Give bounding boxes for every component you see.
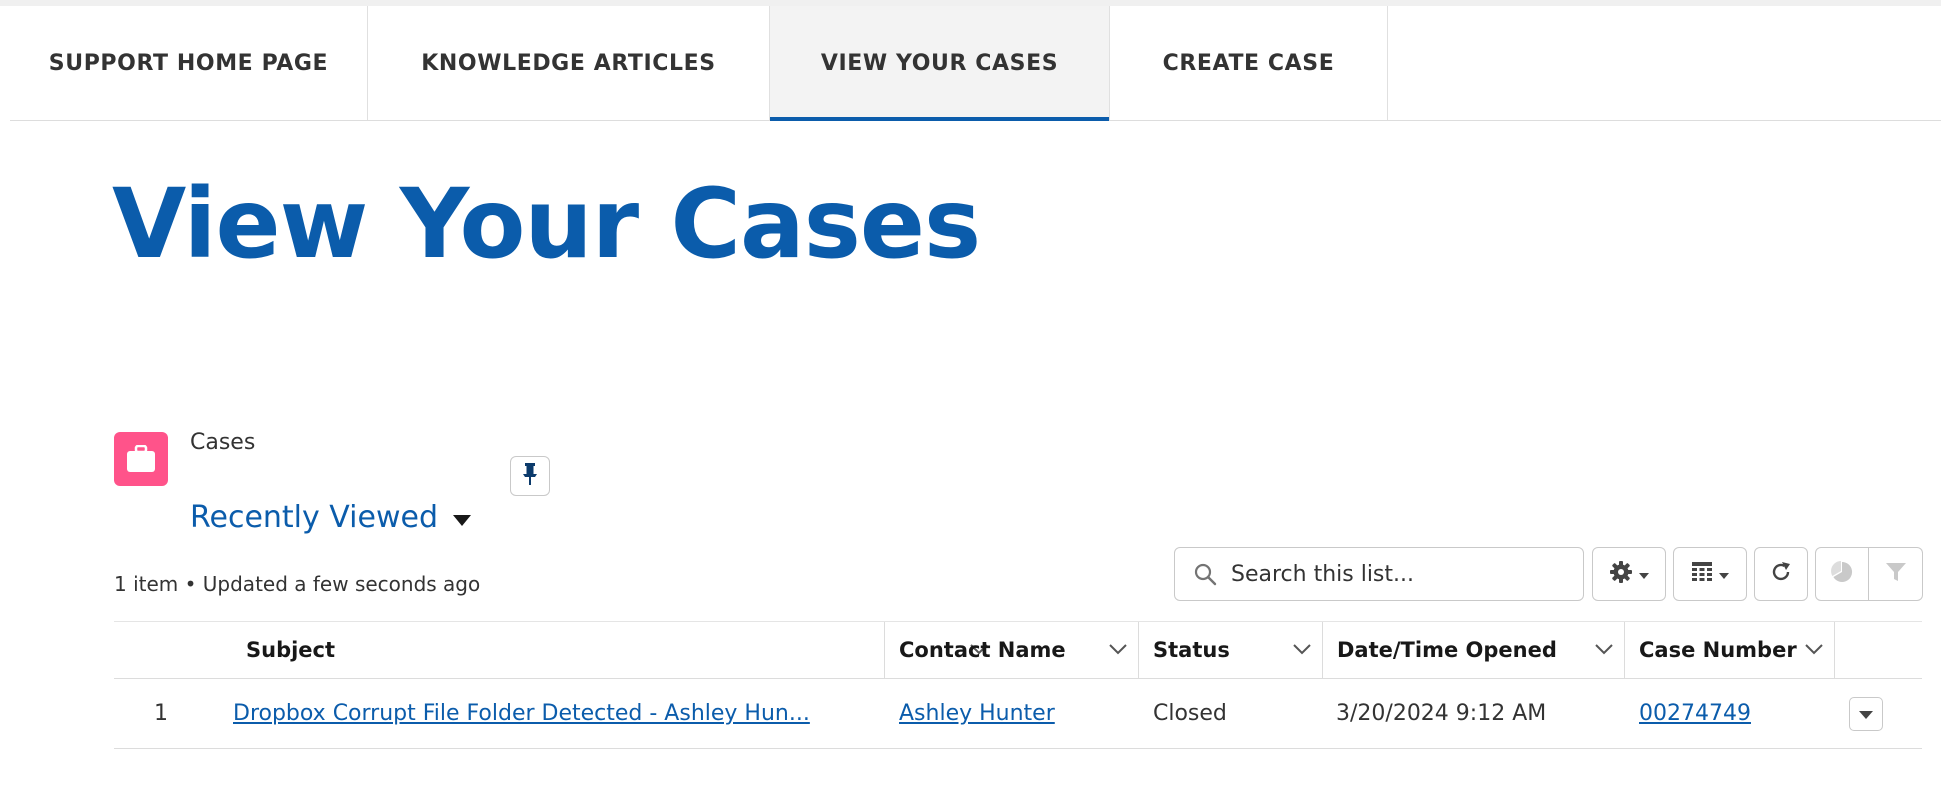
tab-label: SUPPORT HOME PAGE <box>48 50 329 76</box>
column-label: Subject <box>246 638 336 662</box>
display-as-table-button[interactable] <box>1673 547 1747 601</box>
contact-cell: Ashley Hunter <box>899 679 1055 748</box>
column-label: Status <box>1153 638 1230 662</box>
row-actions-button[interactable] <box>1849 697 1883 731</box>
pie-chart-icon <box>1830 560 1854 588</box>
status-cell: Closed <box>1153 701 1227 726</box>
refresh-button[interactable] <box>1754 547 1808 601</box>
tab-view-your-cases[interactable]: VIEW YOUR CASES <box>770 6 1110 121</box>
pin-icon <box>522 462 538 490</box>
tab-create-case[interactable]: CREATE CASE <box>1110 6 1388 120</box>
tab-label: VIEW YOUR CASES <box>820 50 1059 76</box>
list-view-controls-button[interactable] <box>1592 547 1666 601</box>
refresh-icon <box>1769 560 1793 588</box>
contact-name-link[interactable]: Ashley Hunter <box>899 701 1055 726</box>
top-navigation: SUPPORT HOME PAGE KNOWLEDGE ARTICLES VIE… <box>10 6 1941 121</box>
row-number: 1 <box>154 701 168 726</box>
chevron-down-icon <box>1108 639 1128 664</box>
filters-button[interactable] <box>1869 547 1923 601</box>
column-label: Date/Time Opened <box>1337 638 1557 662</box>
column-header-actions <box>1834 622 1922 678</box>
list-view-selector[interactable]: Recently Viewed <box>190 500 472 535</box>
column-header-status[interactable]: Status <box>1138 622 1322 678</box>
column-label: Case Number <box>1639 638 1797 662</box>
tab-knowledge-articles[interactable]: KNOWLEDGE ARTICLES <box>368 6 770 120</box>
pin-list-view-button[interactable] <box>510 456 550 496</box>
tab-label: CREATE CASE <box>1162 50 1335 76</box>
tab-label: KNOWLEDGE ARTICLES <box>421 50 716 76</box>
caret-down-icon <box>1639 565 1649 584</box>
briefcase-icon <box>114 432 168 486</box>
chevron-down-icon <box>1292 639 1312 664</box>
search-icon <box>1193 562 1217 586</box>
caret-down-icon <box>1719 565 1729 584</box>
gear-icon <box>1609 560 1633 588</box>
cases-table: Subject Contact Name Status Date/Time Op… <box>114 621 1922 749</box>
chevron-down-icon <box>1594 639 1614 664</box>
charts-button[interactable] <box>1815 547 1869 601</box>
date-opened-cell: 3/20/2024 9:12 AM <box>1336 701 1547 726</box>
table-header: Subject Contact Name Status Date/Time Op… <box>114 622 1922 679</box>
object-label: Cases <box>190 430 256 455</box>
case-number-link[interactable]: 00274749 <box>1639 701 1751 726</box>
tab-support-home-page[interactable]: SUPPORT HOME PAGE <box>10 6 368 120</box>
caret-down-icon <box>1859 705 1873 724</box>
column-header-date-time-opened[interactable]: Date/Time Opened <box>1322 622 1624 678</box>
case-number-cell: 00274749 <box>1639 679 1751 748</box>
table-row: 1 Dropbox Corrupt File Folder Detected -… <box>114 679 1922 749</box>
list-meta-info: 1 item • Updated a few seconds ago <box>114 572 481 596</box>
table-icon <box>1691 561 1713 587</box>
page-title: View Your Cases <box>112 168 981 280</box>
filter-icon <box>1884 560 1908 588</box>
chevron-down-icon <box>1804 639 1824 664</box>
case-subject-link[interactable]: Dropbox Corrupt File Folder Detected - A… <box>233 701 810 726</box>
column-header-case-number[interactable]: Case Number <box>1624 622 1834 678</box>
list-view-name: Recently Viewed <box>190 500 438 535</box>
caret-down-icon <box>452 500 472 535</box>
column-label: Contact Name <box>899 638 1066 662</box>
subject-cell: Dropbox Corrupt File Folder Detected - A… <box>233 679 810 748</box>
search-input[interactable] <box>1229 560 1573 588</box>
search-box <box>1174 547 1584 601</box>
column-header-contact-name[interactable]: Contact Name <box>884 622 1138 678</box>
